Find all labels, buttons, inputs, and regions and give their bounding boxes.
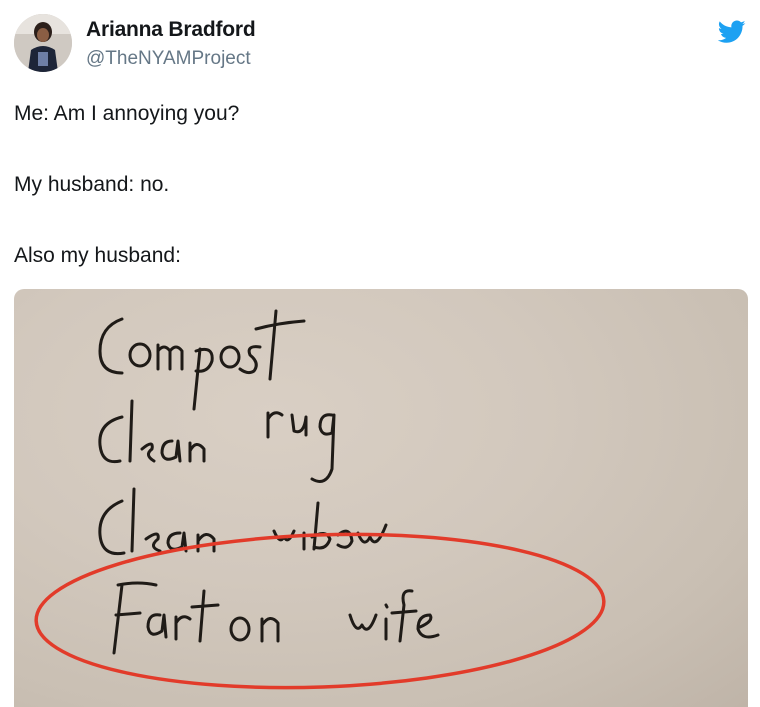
avatar[interactable]	[14, 14, 72, 72]
tweet-photo[interactable]	[14, 289, 748, 707]
author-handle[interactable]: @TheNYAMProject	[86, 48, 251, 70]
author-name[interactable]: Arianna Bradford	[86, 18, 256, 42]
tweet-text-line-2: My husband: no.	[14, 173, 170, 196]
avatar-photo	[14, 14, 72, 72]
twitter-bird-icon[interactable]	[718, 20, 746, 44]
tweet-text-line-3: Also my husband:	[14, 244, 181, 267]
tweet-text-line-1: Me: Am I annoying you?	[14, 102, 240, 125]
handwritten-note-image	[34, 309, 606, 690]
